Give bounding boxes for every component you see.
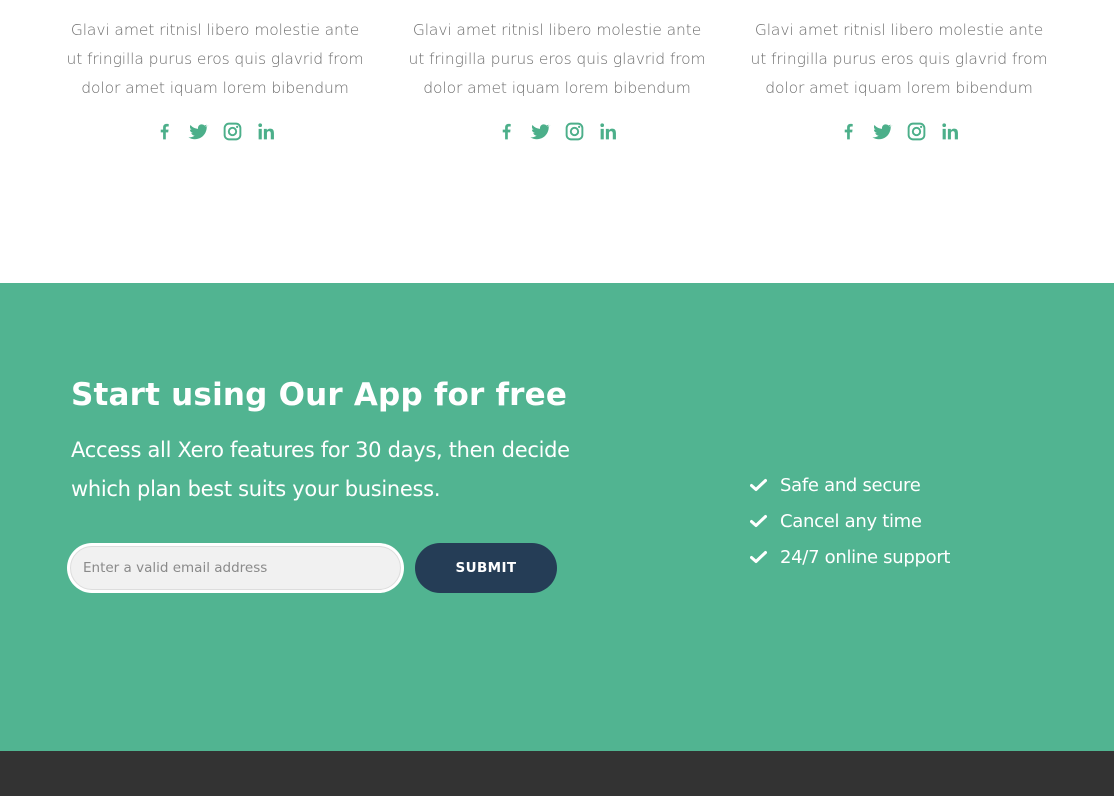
instagram-icon[interactable] (906, 121, 927, 142)
feature-item: Cancel any time (750, 503, 950, 539)
feature-list: Safe and secure Cancel any time 24/7 onl… (750, 467, 950, 575)
social-links (407, 121, 707, 142)
bio-line: Glavi amet ritnisl libero molestie ante (412, 21, 702, 39)
submit-button[interactable]: SUBMIT (415, 543, 557, 593)
cta-section: Start using Our App for free Access all … (0, 283, 1114, 751)
team-card: Glavi amet ritnisl libero molestie ante … (65, 16, 365, 142)
cta-subtitle: Access all Xero features for 30 days, th… (71, 431, 591, 509)
email-field[interactable] (70, 546, 401, 590)
check-icon (750, 514, 767, 528)
bio-line: ut fringilla purus eros quis glavrid fro… (66, 50, 364, 68)
check-icon (750, 478, 767, 492)
bio-line: dolor amet iquam lorem bibendum (765, 79, 1033, 97)
instagram-icon[interactable] (222, 121, 243, 142)
feature-label: 24/7 online support (780, 546, 951, 568)
linkedin-icon[interactable] (256, 121, 277, 142)
team-card-bio: Glavi amet ritnisl libero molestie ante … (65, 16, 365, 103)
facebook-icon[interactable] (154, 121, 175, 142)
bio-line: ut fringilla purus eros quis glavrid fro… (408, 50, 706, 68)
feature-item: 24/7 online support (750, 539, 950, 575)
bio-line: dolor amet iquam lorem bibendum (423, 79, 691, 97)
footer-bar (0, 751, 1114, 796)
twitter-icon[interactable] (871, 121, 893, 142)
bio-line: ut fringilla purus eros quis glavrid fro… (750, 50, 1048, 68)
feature-label: Safe and secure (780, 474, 921, 496)
feature-item: Safe and secure (750, 467, 950, 503)
team-card-bio: Glavi amet ritnisl libero molestie ante … (749, 16, 1049, 103)
cta-subtitle-line: Access all Xero features for 30 days, th… (71, 438, 570, 462)
feature-label: Cancel any time (780, 510, 922, 532)
facebook-icon[interactable] (838, 121, 859, 142)
bio-line: Glavi amet ritnisl libero molestie ante (70, 21, 360, 39)
cta-title: Start using Our App for free (71, 377, 568, 413)
cta-subtitle-line: which plan best suits your business. (71, 477, 441, 501)
team-section: Glavi amet ritnisl libero molestie ante … (0, 0, 1114, 283)
social-links (749, 121, 1049, 142)
page: Glavi amet ritnisl libero molestie ante … (0, 0, 1114, 796)
linkedin-icon[interactable] (598, 121, 619, 142)
email-field-wrapper (67, 543, 404, 593)
facebook-icon[interactable] (496, 121, 517, 142)
linkedin-icon[interactable] (940, 121, 961, 142)
team-card: Glavi amet ritnisl libero molestie ante … (407, 16, 707, 142)
twitter-icon[interactable] (529, 121, 551, 142)
team-card-bio: Glavi amet ritnisl libero molestie ante … (407, 16, 707, 103)
social-links (65, 121, 365, 142)
bio-line: Glavi amet ritnisl libero molestie ante (754, 21, 1044, 39)
check-icon (750, 550, 767, 564)
bio-line: dolor amet iquam lorem bibendum (81, 79, 349, 97)
team-card: Glavi amet ritnisl libero molestie ante … (749, 16, 1049, 142)
twitter-icon[interactable] (187, 121, 209, 142)
instagram-icon[interactable] (564, 121, 585, 142)
